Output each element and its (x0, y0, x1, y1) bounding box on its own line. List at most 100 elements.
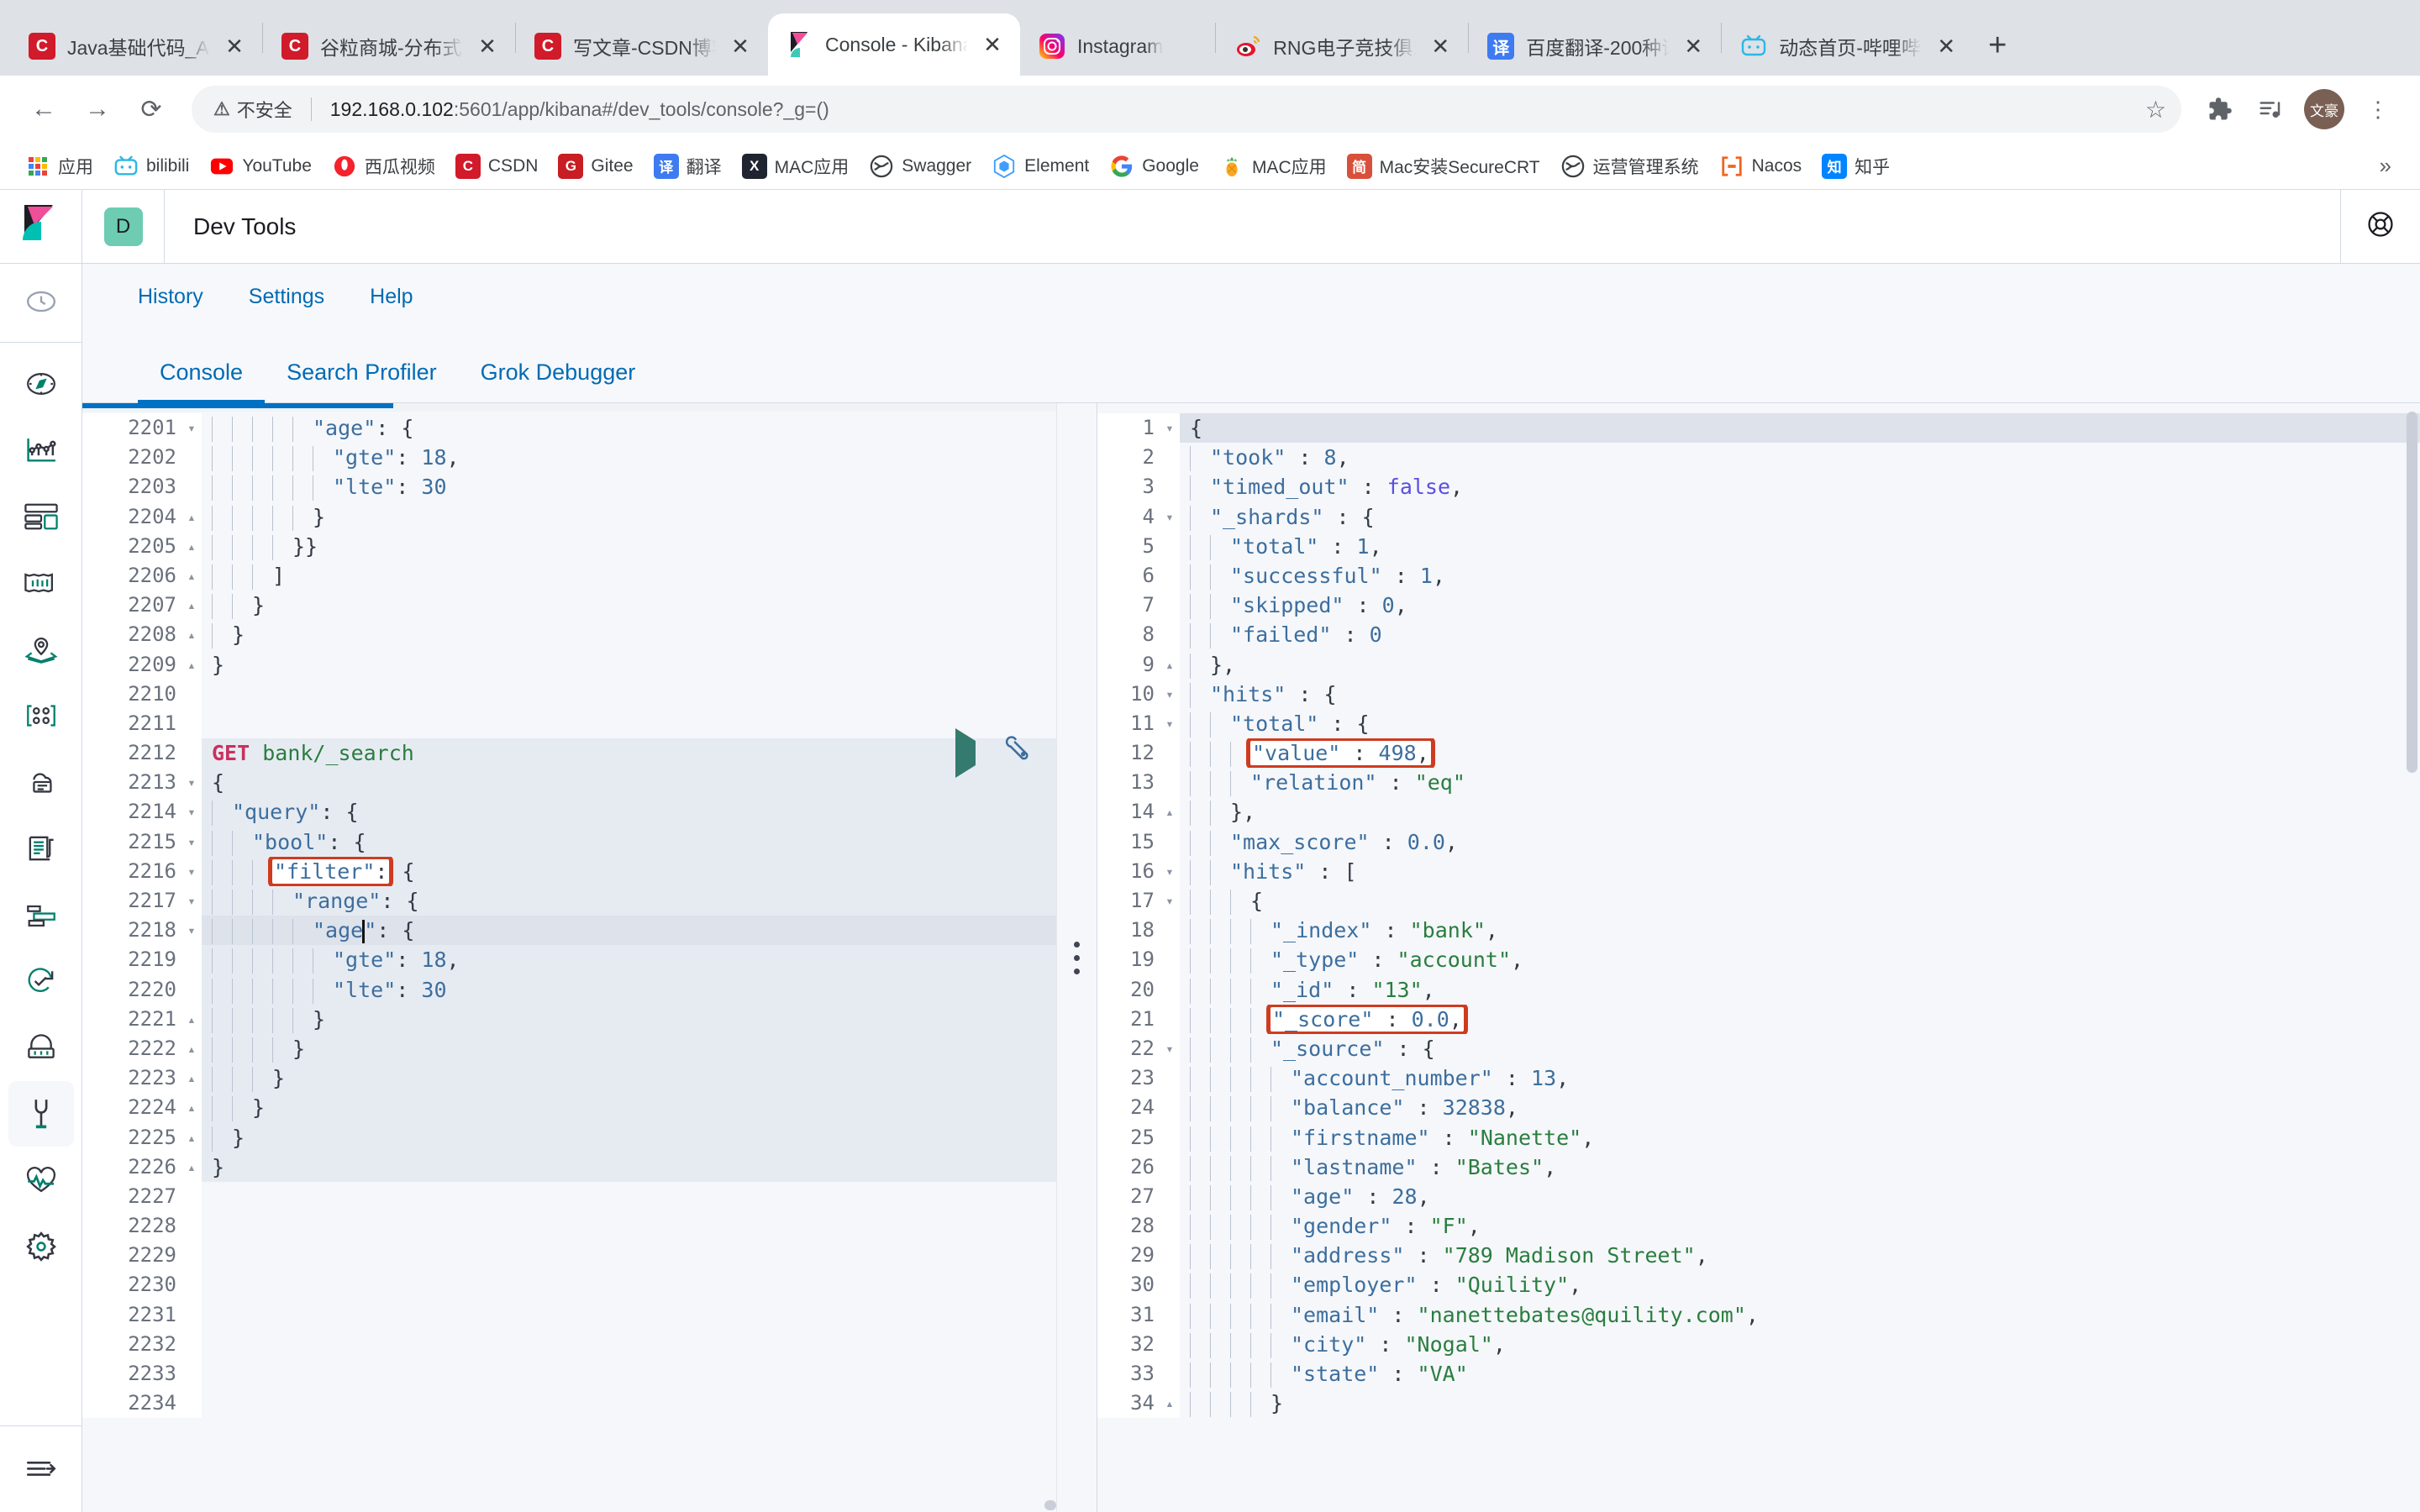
response-line[interactable]: 3 "timed_out" : false, (1097, 472, 2420, 502)
tab-close-button[interactable]: ✕ (475, 34, 500, 60)
editor-line[interactable]: 2208 ▴} (82, 620, 1056, 650)
browser-tab[interactable]: 动态首页-哔哩哔哩 ✕ (1722, 17, 1974, 76)
editor-line[interactable]: 2225 ▴} (82, 1122, 1056, 1152)
bookmark-item[interactable]: 西瓜视频 (324, 149, 444, 184)
kibana-logo-icon[interactable] (0, 189, 82, 264)
response-line[interactable]: 14 ▴}, (1097, 797, 2420, 827)
bookmark-item[interactable]: 简 Mac安装SecureCRT (1339, 149, 1549, 184)
media-list-icon[interactable] (2249, 87, 2292, 131)
tab-close-button[interactable]: ✕ (1933, 34, 1959, 60)
response-line[interactable]: 25 "firstname" : "Nanette", (1097, 1122, 2420, 1152)
browser-tab[interactable]: C 谷粒商城-分布式高级 ✕ (263, 17, 515, 76)
editor-fold-toggle[interactable]: ▴ (182, 1063, 202, 1094)
profile-avatar[interactable]: 文豪 (2304, 89, 2344, 129)
browser-tab[interactable]: C Java基础代码_Acol ✕ (10, 17, 262, 76)
new-tab-button[interactable]: + (1974, 22, 2021, 69)
extensions-icon[interactable] (2198, 87, 2242, 131)
sidebar-item-maps[interactable] (8, 617, 74, 682)
response-fold-toggle[interactable]: ▾ (1160, 708, 1180, 739)
response-line[interactable]: 30 "employer" : "Quility", (1097, 1270, 2420, 1300)
response-line[interactable]: 15 "max_score" : 0.0, (1097, 827, 2420, 857)
nav-link-history[interactable]: History (138, 285, 203, 309)
security-indicator[interactable]: ⚠ 不安全 (213, 96, 292, 123)
editor-line[interactable]: 2219 "gte": 18, (82, 945, 1056, 975)
browser-tab[interactable]: 译百度翻译-200种语言 ✕ (1469, 17, 1721, 76)
editor-line[interactable]: 2228 (82, 1211, 1056, 1242)
editor-line[interactable]: 2203 "lte": 30 (82, 472, 1056, 502)
response-line[interactable]: 11 ▾ "total" : { (1097, 708, 2420, 739)
sidebar-item-siem[interactable] (8, 1015, 74, 1080)
editor-fold-toggle[interactable]: ▾ (182, 768, 202, 798)
response-fold-toggle[interactable]: ▾ (1160, 886, 1180, 916)
response-scrollbar[interactable] (2407, 412, 2417, 1512)
response-line[interactable]: 1 ▾ { (1097, 413, 2420, 444)
sidebar-item-management[interactable] (8, 1214, 74, 1279)
editor-fold-toggle[interactable]: ▾ (182, 886, 202, 916)
response-line[interactable]: 17 ▾{ (1097, 886, 2420, 916)
sidebar-item-monitoring[interactable] (8, 1147, 74, 1213)
bookmark-item[interactable]: bilibili (105, 149, 197, 184)
editor-line[interactable]: 2202 "gte": 18, (82, 443, 1056, 473)
response-line[interactable]: 21 "_score" : 0.0, (1097, 1004, 2420, 1034)
response-fold-toggle[interactable]: ▾ (1160, 856, 1180, 886)
editor-fold-toggle[interactable]: ▴ (182, 531, 202, 561)
sidebar-item-visualize[interactable] (8, 417, 74, 483)
editor-line[interactable]: 2207 ▴} (82, 591, 1056, 621)
response-fold-toggle[interactable]: ▴ (1160, 649, 1180, 680)
response-line[interactable]: 9 ▴}, (1097, 649, 2420, 680)
response-line[interactable]: 31 "email" : "nanettebates@quility.com", (1097, 1299, 2420, 1330)
bookmarks-overflow-button[interactable]: » (2368, 153, 2403, 179)
request-editor-code[interactable]: 2201 ▾ "age": {2202 "gte": 18, 2203 "lte": 30… (82, 412, 1056, 1512)
response-line[interactable]: 10 ▾ "hits" : { (1097, 679, 2420, 709)
request-editor-hscrollbar[interactable] (1044, 1500, 1056, 1510)
editor-line[interactable]: 2232 (82, 1329, 1056, 1359)
sidebar-item-recently-viewed[interactable] (8, 269, 74, 334)
response-line[interactable]: 33 "state" : "VA" (1097, 1359, 2420, 1389)
editor-fold-toggle[interactable]: ▾ (182, 413, 202, 444)
editor-line[interactable]: 2217 ▾ "range": { (82, 886, 1056, 916)
editor-line[interactable]: 2211 (82, 708, 1056, 739)
space-badge[interactable]: D (103, 207, 143, 246)
reload-button[interactable]: ⟳ (128, 86, 175, 133)
sidebar-item-logs[interactable] (8, 816, 74, 881)
response-line[interactable]: 27 "age" : 28, (1097, 1181, 2420, 1212)
wrench-settings-icon[interactable] (1004, 735, 1033, 771)
editor-line[interactable]: 2229 (82, 1241, 1056, 1271)
bookmark-item[interactable]: Google (1101, 149, 1207, 184)
editor-line[interactable]: 2226 ▴} (82, 1152, 1056, 1182)
tab-close-button[interactable]: ✕ (222, 34, 247, 60)
response-line[interactable]: 22 ▾ "_source" : { (1097, 1033, 2420, 1064)
editor-fold-toggle[interactable]: ▴ (182, 649, 202, 680)
editor-line[interactable]: 2214 ▾ "query": { (82, 797, 1056, 827)
editor-fold-toggle[interactable]: ▾ (182, 916, 202, 946)
tab-close-button[interactable]: ✕ (728, 34, 753, 60)
nav-link-help[interactable]: Help (370, 285, 413, 309)
response-pane[interactable]: 1 ▾{2 "took" : 8, 3 "timed_out" : false, 4 ▾ "_… (1097, 403, 2420, 1512)
editor-line[interactable]: 2215 ▾ "bool": { (82, 827, 1056, 857)
bookmark-item[interactable]: C CSDN (447, 149, 547, 184)
play-triangle-icon[interactable] (955, 728, 976, 779)
response-line[interactable]: 34 ▴} (1097, 1389, 2420, 1419)
bookmark-item[interactable]: 应用 (17, 149, 102, 184)
response-line[interactable]: 24 "balance" : 32838, (1097, 1093, 2420, 1123)
editor-line[interactable]: 2210 (82, 679, 1056, 709)
editor-line[interactable]: 2231 (82, 1299, 1056, 1330)
editor-fold-toggle[interactable]: ▴ (182, 1004, 202, 1034)
sidebar-item-machine-learning[interactable] (8, 683, 74, 748)
editor-line[interactable]: 2230 (82, 1270, 1056, 1300)
editor-line[interactable]: 2221 ▴} (82, 1004, 1056, 1034)
sidebar-item-uptime[interactable] (8, 948, 74, 1014)
editor-line[interactable]: 2212 GET bank/_search (82, 728, 1056, 779)
response-line[interactable]: 7 "skipped" : 0, (1097, 591, 2420, 621)
response-fold-toggle[interactable]: ▾ (1160, 501, 1180, 532)
response-line[interactable]: 32 "city" : "Nogal", (1097, 1329, 2420, 1359)
bookmark-item[interactable]: Element (983, 149, 1097, 184)
bookmark-star-icon[interactable]: ☆ (2145, 96, 2166, 123)
response-line[interactable]: 4 ▾ "_shards" : { (1097, 501, 2420, 532)
response-line[interactable]: 23 "account_number" : 13, (1097, 1063, 2420, 1094)
sidebar-item-dev-tools[interactable] (8, 1081, 74, 1147)
forward-button[interactable]: → (74, 86, 121, 133)
editor-fold-toggle[interactable]: ▴ (182, 591, 202, 621)
browser-menu-icon[interactable]: ⋮ (2356, 87, 2400, 131)
response-fold-toggle[interactable]: ▾ (1160, 413, 1180, 444)
